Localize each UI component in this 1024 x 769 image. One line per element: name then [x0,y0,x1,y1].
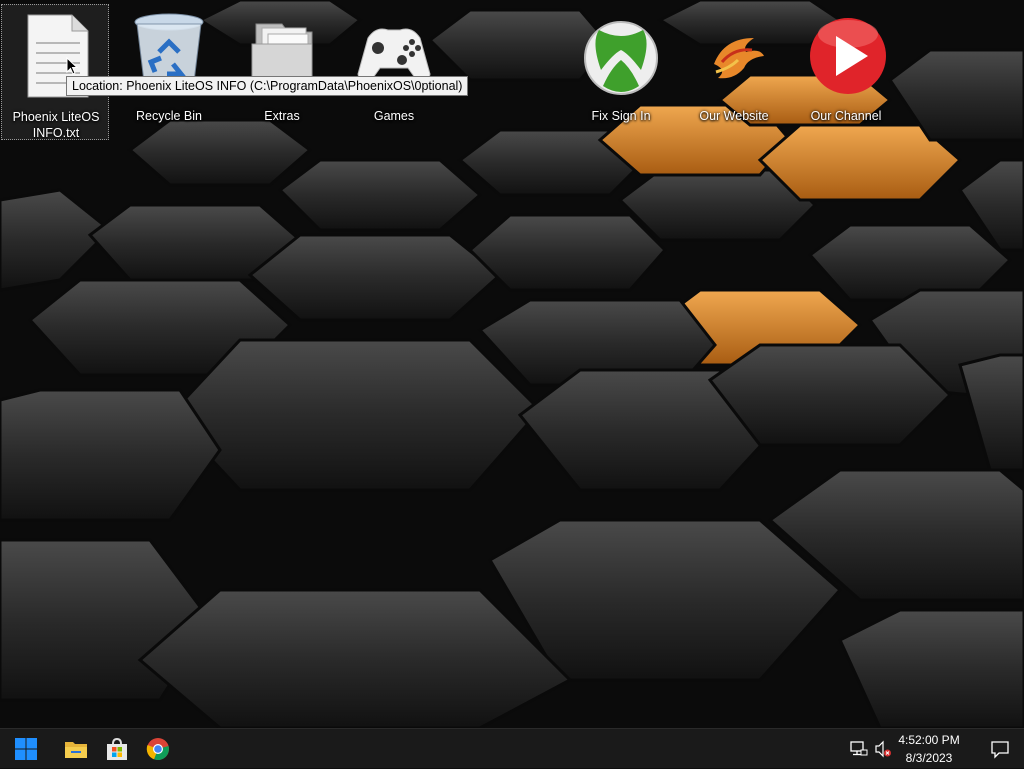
desktop-tooltip: Location: Phoenix LiteOS INFO (C:\Progra… [66,76,469,96]
desktop-icon-our-channel[interactable]: Our Channel [792,4,900,140]
xbox-icon [584,21,658,95]
taskbar-clock[interactable]: 4:52:00 PM 8/3/2023 [890,731,968,767]
file-explorer-button[interactable] [56,729,96,769]
desktop-icon-label: Phoenix LiteOS INFO.txt [12,110,100,140]
desktop-icon-label: Recycle Bin [136,109,202,123]
desktop-icon-recycle-bin[interactable]: Recycle Bin [115,4,223,140]
chrome-button[interactable] [138,729,178,769]
store-button[interactable] [97,729,137,769]
desktop-icon-our-website[interactable]: Our Website [680,4,788,140]
action-center-icon[interactable] [990,739,1010,759]
desktop-icon-extras[interactable]: Extras [228,4,336,140]
play-icon [810,18,886,94]
desktop-icon-phoenix-info[interactable]: Phoenix LiteOS INFO.txt [1,4,109,140]
windows-start-icon [15,738,37,760]
mouse-cursor-icon [66,57,78,75]
store-icon [107,737,127,760]
desktop-icon-label: Extras [264,109,300,123]
desktop-icon-fix-sign-in[interactable]: Fix Sign In [567,4,675,140]
phoenix-logo-icon [714,38,764,79]
desktop-icon-label: Our Website [699,109,769,123]
network-icon[interactable] [850,740,868,758]
clock-date: 8/3/2023 [905,751,953,765]
chrome-icon [146,738,169,761]
taskbar: 4:52:00 PM 8/3/2023 [0,728,1024,768]
start-button[interactable] [6,729,46,769]
clock-time: 4:52:00 PM [898,733,960,747]
desktop-icon-label: Fix Sign In [591,109,651,123]
file-explorer-icon [65,742,87,758]
desktop-icon-label: Games [373,109,415,123]
desktop-icon-label: Our Channel [810,109,882,123]
desktop-icon-games[interactable]: Games [340,4,448,140]
